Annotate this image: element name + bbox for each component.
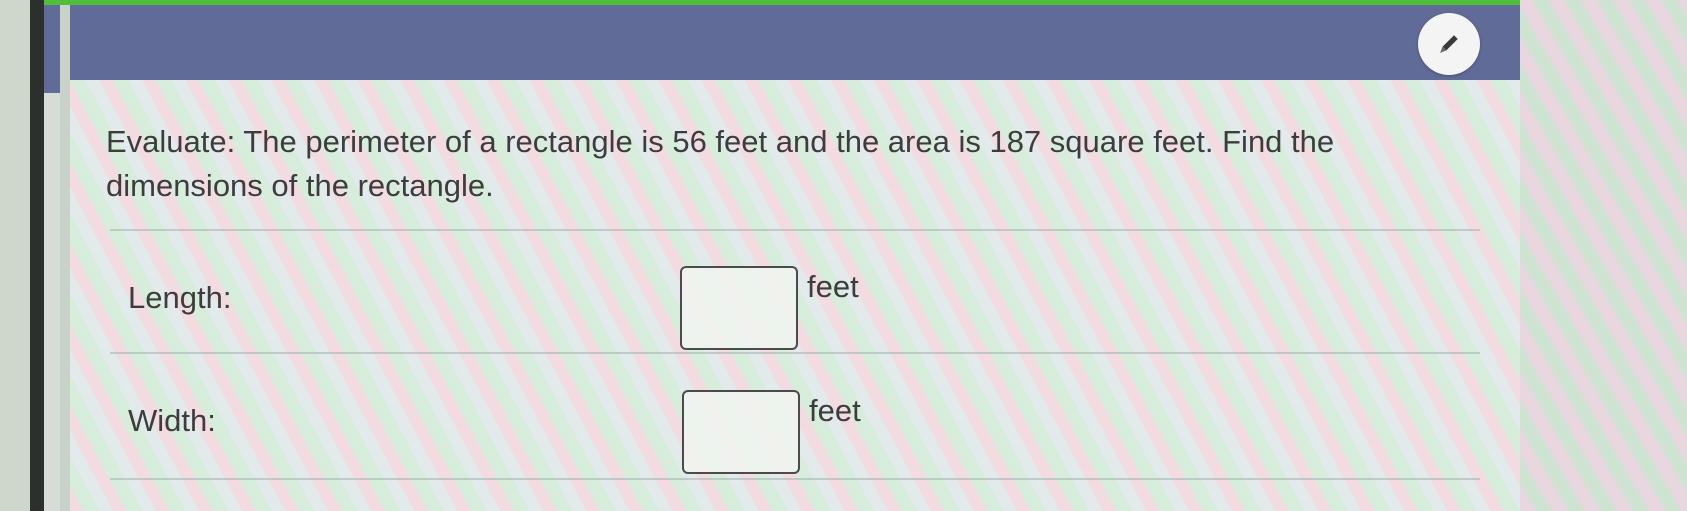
left-frame <box>0 0 44 511</box>
right-background <box>1520 0 1687 511</box>
screen: Evaluate: The perimeter of a rectangle i… <box>0 0 1687 511</box>
width-label: Width: <box>128 403 216 438</box>
divider <box>110 352 1480 354</box>
divider <box>110 478 1480 480</box>
pencil-icon <box>1440 35 1458 53</box>
length-unit: feet <box>807 269 859 304</box>
divider <box>110 229 1480 231</box>
width-input[interactable] <box>682 390 800 474</box>
question-text: Evaluate: The perimeter of a rectangle i… <box>106 124 1335 203</box>
frame-divider <box>60 5 70 511</box>
question-panel: Evaluate: The perimeter of a rectangle i… <box>70 80 1520 511</box>
edit-button[interactable] <box>1418 13 1480 75</box>
width-unit: feet <box>809 393 861 428</box>
length-label: Length: <box>128 280 232 315</box>
length-input[interactable] <box>680 266 798 350</box>
